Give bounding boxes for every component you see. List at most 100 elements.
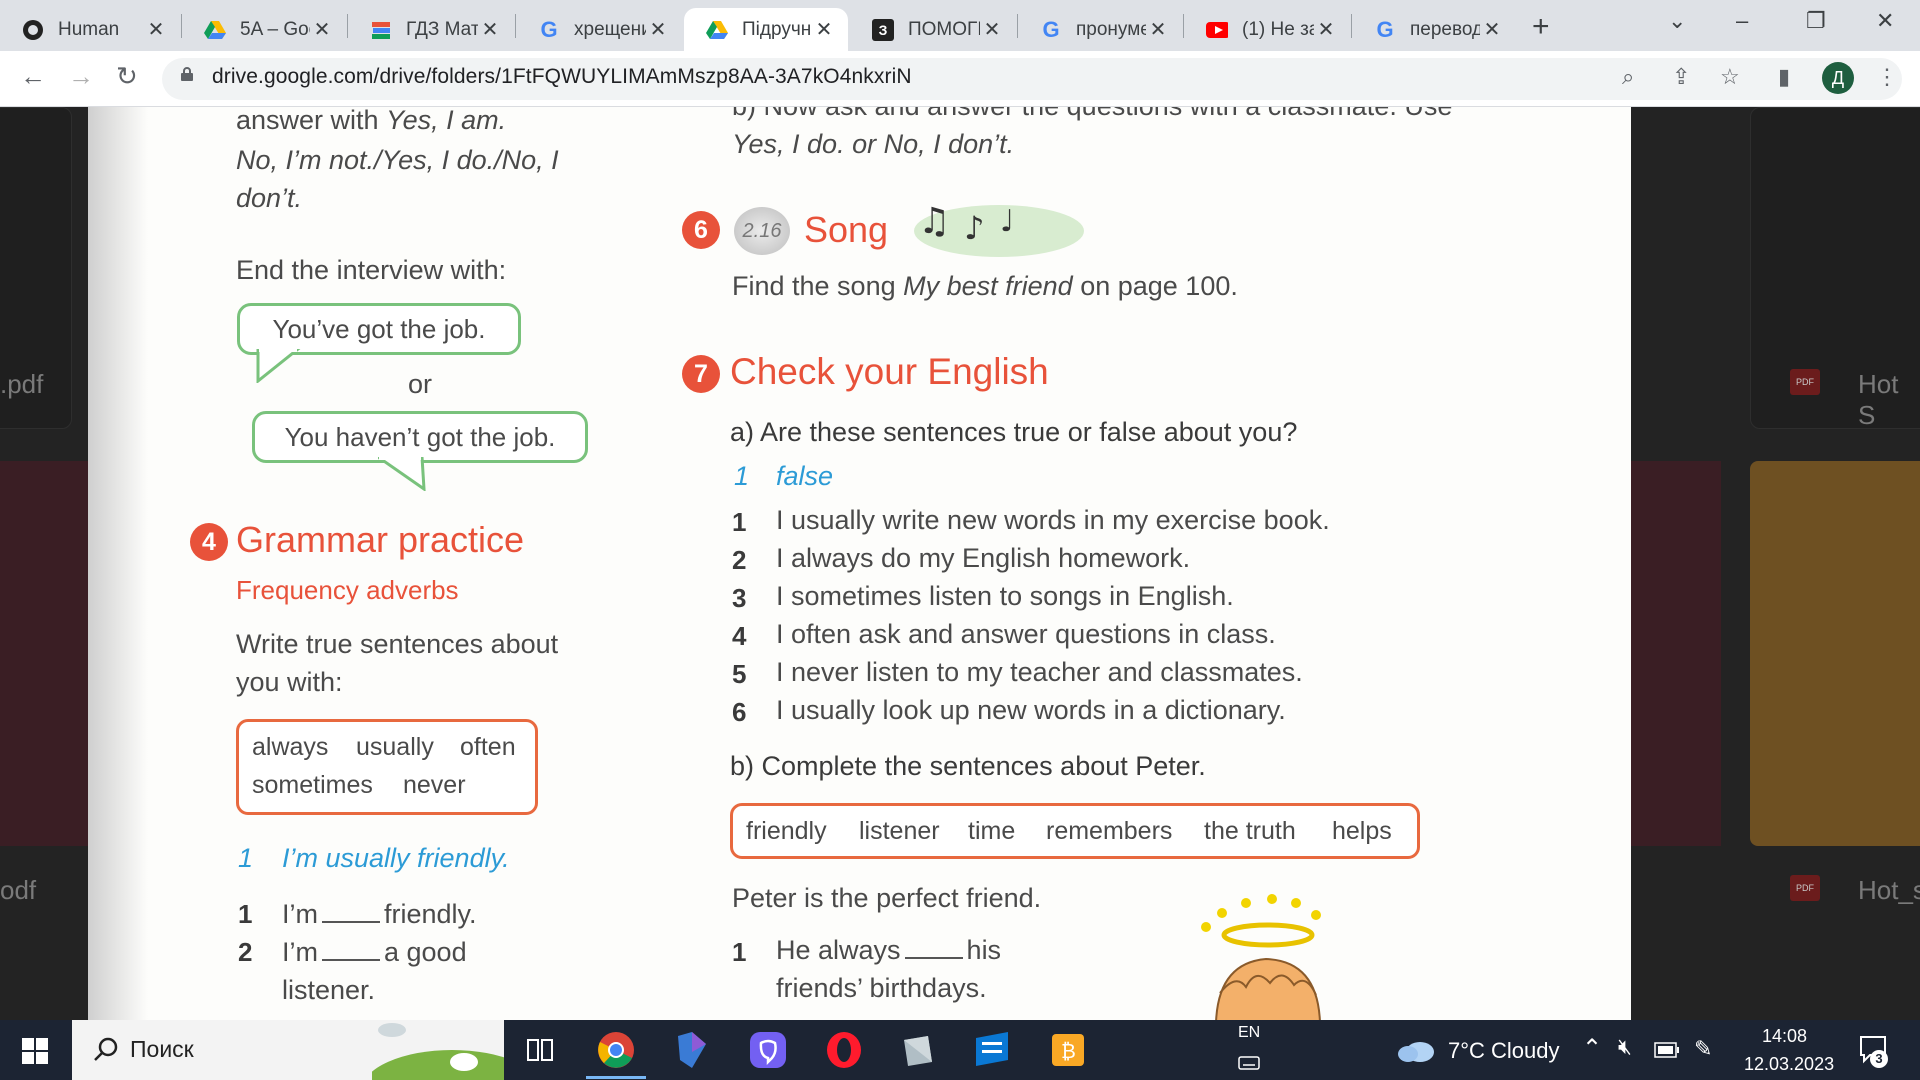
close-icon[interactable]: ✕ bbox=[1314, 17, 1338, 42]
sentence-text: I usually look up new words in a diction… bbox=[776, 695, 1286, 725]
weather-text[interactable]: 7°C Cloudy bbox=[1448, 1038, 1560, 1064]
task-view-icon[interactable] bbox=[526, 1038, 554, 1062]
zoom-icon[interactable]: ⌕ bbox=[1622, 64, 1634, 90]
bookmaker-app-icon[interactable]: ₿ bbox=[1048, 1030, 1088, 1070]
tab-title: перевод bbox=[1410, 18, 1480, 40]
file-name: odf bbox=[0, 875, 37, 905]
or-text: or bbox=[408, 369, 433, 399]
tab-drive-5a[interactable]: 5A – Goo ✕ bbox=[182, 8, 346, 51]
pdf-icon: PDF bbox=[1790, 369, 1820, 395]
opera-icon[interactable] bbox=[824, 1030, 864, 1070]
bubble-tail bbox=[256, 349, 301, 383]
gap-sentence-continued: listener. bbox=[282, 975, 376, 1005]
example-sentence: I’m usually friendly. bbox=[282, 843, 510, 873]
restore-icon[interactable]: ❐ bbox=[1806, 8, 1826, 34]
sentence-number: 5 bbox=[732, 659, 747, 689]
tab-search-icon[interactable]: ⌄ bbox=[1668, 8, 1686, 34]
word-box-item: listener bbox=[859, 817, 940, 845]
search-placeholder: Поиск bbox=[130, 1036, 194, 1062]
url-text[interactable]: drive.google.com/drive/folders/1FtFQWUYL… bbox=[212, 65, 912, 89]
google-drive-icon bbox=[204, 19, 226, 41]
file-thumbnail bbox=[1631, 461, 1721, 846]
profile-avatar[interactable]: Д bbox=[1822, 62, 1854, 94]
svg-text:₿: ₿ bbox=[1061, 1039, 1076, 1063]
word-box-item: helps bbox=[1332, 817, 1392, 845]
pdf-icon: PDF bbox=[1790, 875, 1820, 901]
adverb-word: usually bbox=[356, 733, 434, 761]
pen-icon[interactable]: ✎ bbox=[1694, 1036, 1712, 1062]
notification-count-badge: 3 bbox=[1870, 1050, 1888, 1068]
bing-app-icon[interactable] bbox=[672, 1030, 712, 1070]
forward-icon[interactable]: → bbox=[68, 61, 94, 92]
reload-icon[interactable]: ↻ bbox=[116, 61, 138, 92]
cloudy-weather-icon[interactable] bbox=[1396, 1034, 1436, 1064]
example-number: 1 bbox=[734, 461, 750, 491]
chevron-up-icon[interactable]: ⌃ bbox=[1582, 1034, 1602, 1063]
tab-strip: Human ✕ 5A – Goo ✕ ГДЗ Мат ✕ G хрещени ✕… bbox=[0, 0, 1920, 51]
section-4-number: 4 bbox=[190, 523, 228, 561]
microsoft-store-icon[interactable] bbox=[972, 1030, 1012, 1070]
bookmark-star-icon[interactable]: ☆ bbox=[1720, 64, 1740, 90]
minimize-icon[interactable]: – bbox=[1736, 8, 1748, 34]
lock-icon[interactable] bbox=[180, 67, 194, 81]
item-number: 2 bbox=[238, 937, 253, 967]
bubble-tail bbox=[378, 457, 426, 491]
sentence-text: I usually write new words in my exercise… bbox=[776, 505, 1330, 535]
close-icon[interactable]: ✕ bbox=[478, 17, 502, 42]
page-binding-shadow bbox=[88, 107, 148, 1020]
tab-textbook[interactable]: Підручн ✕ bbox=[684, 8, 848, 51]
example-answer: false bbox=[776, 461, 834, 491]
section-6-number: 6 bbox=[682, 211, 720, 249]
windows-start-icon[interactable] bbox=[22, 1038, 48, 1064]
sentence-text: I often ask and answer questions in clas… bbox=[776, 619, 1276, 649]
new-tab-button[interactable]: + bbox=[1532, 10, 1550, 44]
instruction-text: Yes, I do. or No, I don’t. bbox=[732, 129, 1015, 159]
sentence-text: I sometimes listen to songs in English. bbox=[776, 581, 1234, 611]
item-number: 1 bbox=[732, 937, 747, 967]
tab-google-3[interactable]: G перевод ✕ bbox=[1352, 8, 1516, 51]
close-icon[interactable]: ✕ bbox=[980, 17, 1004, 42]
adverb-word: sometimes bbox=[252, 771, 373, 799]
section-6-title: Song bbox=[804, 209, 889, 250]
tab-znanija[interactable]: З ПОМОГИ ✕ bbox=[850, 8, 1016, 51]
close-icon[interactable]: ✕ bbox=[1480, 17, 1504, 42]
tab-youtube[interactable]: (1) Не за ✕ bbox=[1184, 8, 1350, 51]
tab-human[interactable]: Human ✕ bbox=[0, 8, 180, 51]
tab-google-2[interactable]: G пронумє ✕ bbox=[1018, 8, 1182, 51]
battery-icon[interactable] bbox=[1654, 1042, 1680, 1058]
word-box-item: friendly bbox=[746, 817, 827, 845]
close-icon[interactable]: ✕ bbox=[812, 17, 836, 42]
viber-icon[interactable] bbox=[748, 1030, 788, 1070]
close-icon[interactable]: ✕ bbox=[310, 17, 334, 42]
language-indicator[interactable]: EN bbox=[1238, 1024, 1260, 1042]
clock-date[interactable]: 12.03.2023 bbox=[1744, 1054, 1834, 1075]
share-icon[interactable]: ⇪ bbox=[1672, 64, 1690, 90]
word-box-item: the truth bbox=[1204, 817, 1296, 845]
menu-icon[interactable]: ⋮ bbox=[1876, 64, 1898, 90]
tab-gdz[interactable]: ГДЗ Мат ✕ bbox=[348, 8, 514, 51]
close-icon[interactable]: ✕ bbox=[646, 17, 670, 42]
taskbar-search[interactable]: Поиск bbox=[72, 1020, 504, 1080]
app-cube-icon[interactable] bbox=[898, 1030, 938, 1070]
file-name: Hot S bbox=[1858, 369, 1899, 430]
close-icon[interactable]: ✕ bbox=[1146, 17, 1170, 42]
tab-google-1[interactable]: G хрещени ✕ bbox=[516, 8, 682, 51]
chrome-icon[interactable] bbox=[596, 1030, 636, 1070]
keyboard-icon[interactable] bbox=[1238, 1056, 1260, 1070]
tab-title: хрещени bbox=[574, 18, 646, 40]
file-name: Hot_s bbox=[1858, 875, 1920, 905]
peter-intro: Peter is the perfect friend. bbox=[732, 883, 1042, 913]
svg-text:♩: ♩ bbox=[1000, 204, 1014, 239]
back-icon[interactable]: ← bbox=[20, 61, 46, 92]
clock-time[interactable]: 14:08 bbox=[1762, 1026, 1807, 1047]
side-panel-icon[interactable]: ▮ bbox=[1778, 64, 1790, 90]
section-4-subtitle: Frequency adverbs bbox=[236, 575, 459, 605]
tab-title: 5A – Goo bbox=[240, 18, 310, 40]
gap-sentence: He always his bbox=[776, 935, 1002, 965]
intro-line: don’t. bbox=[236, 183, 303, 213]
volume-muted-icon[interactable]: 🔇︎ bbox=[1618, 1034, 1632, 1060]
word-box-item: remembers bbox=[1046, 817, 1173, 845]
close-icon[interactable]: ✕ bbox=[144, 17, 168, 42]
intro-line: answer with Yes, I am. bbox=[236, 107, 507, 135]
window-close-icon[interactable]: ✕ bbox=[1876, 8, 1894, 34]
